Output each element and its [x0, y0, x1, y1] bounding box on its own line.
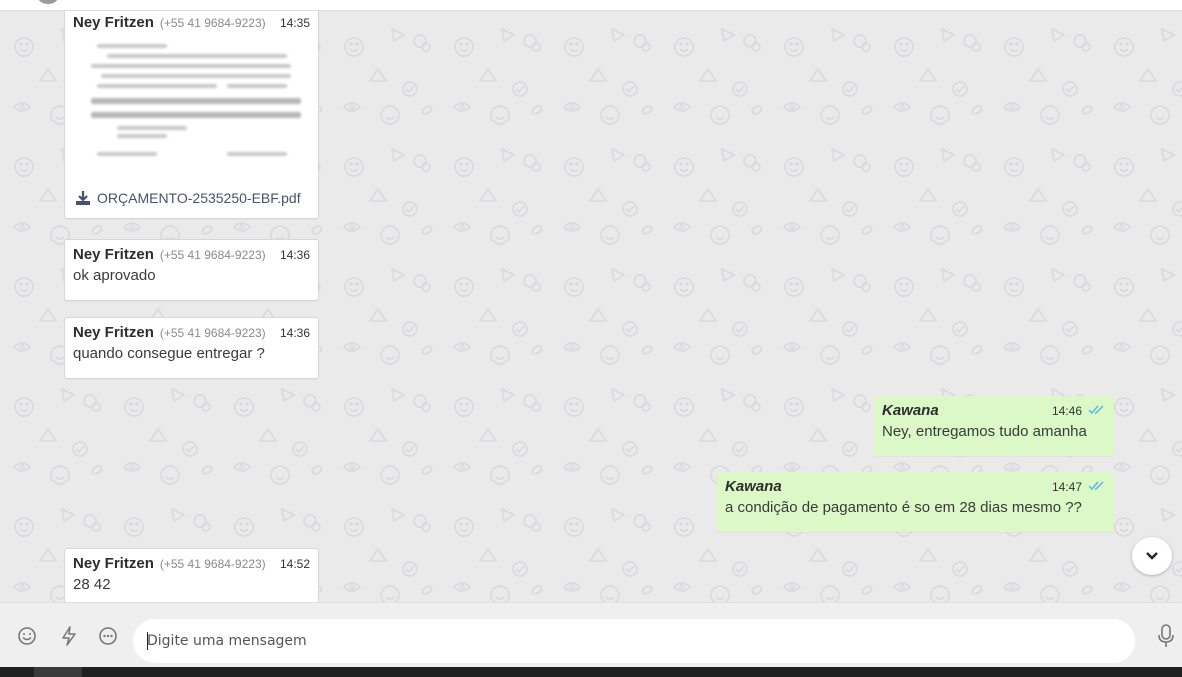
message-header: Ney Fritzen (+55 41 9684-9223) 14:52 — [73, 555, 310, 572]
os-taskbar-edge — [0, 667, 1182, 677]
message-bubble-outgoing[interactable]: Kawana 14:47 a condição de pagamento é s… — [717, 472, 1114, 532]
quick-reply-icon[interactable] — [58, 625, 80, 647]
message-time: 14:46 — [1051, 404, 1082, 418]
message-time: 14:36 — [279, 248, 310, 262]
read-receipt-icon — [1088, 405, 1104, 415]
message-input[interactable] — [147, 631, 1107, 651]
sender-name: Ney Fritzen — [73, 14, 154, 31]
message-text: ok aprovado — [73, 267, 156, 284]
chevron-down-icon — [1146, 552, 1158, 560]
message-time: 14:47 — [1051, 480, 1082, 494]
message-bubble-incoming[interactable]: Ney Fritzen (+55 41 9684-9223) 14:35 ORÇ… — [64, 11, 319, 219]
message-bubble-incoming[interactable]: Ney Fritzen (+55 41 9684-9223) 14:36 ok … — [64, 239, 319, 301]
message-input-wrapper[interactable] — [133, 619, 1135, 663]
sender-name: Ney Fritzen — [73, 246, 154, 263]
chat-messages-area[interactable]: Ney Fritzen (+55 41 9684-9223) 14:35 ORÇ… — [0, 11, 1182, 602]
attachment-filename[interactable]: ORÇAMENTO-2535250-EBF.pdf — [97, 190, 301, 206]
message-text: Ney, entregamos tudo amanha — [882, 423, 1087, 440]
sender-phone: (+55 41 9684-9223) — [159, 557, 266, 571]
sender-phone: (+55 41 9684-9223) — [159, 326, 266, 340]
message-time: 14:35 — [279, 16, 310, 30]
sender-phone: (+55 41 9684-9223) — [159, 16, 266, 30]
message-text: 28 42 — [73, 576, 111, 593]
sender-name: Kawana — [725, 478, 782, 495]
message-text: a condição de pagamento é so em 28 dias … — [725, 499, 1082, 516]
message-bubble-incoming[interactable]: Ney Fritzen (+55 41 9684-9223) 14:36 qua… — [64, 317, 319, 379]
message-bubble-incoming[interactable]: Ney Fritzen (+55 41 9684-9223) 14:52 28 … — [64, 548, 319, 602]
sender-name: Kawana — [882, 402, 939, 419]
microphone-icon[interactable] — [1155, 623, 1177, 649]
more-options-icon[interactable] — [97, 625, 119, 647]
message-header: Kawana 14:47 — [725, 478, 1106, 495]
download-icon[interactable] — [75, 190, 91, 206]
scroll-to-bottom-button[interactable] — [1132, 537, 1172, 575]
emoji-icon[interactable] — [16, 625, 38, 647]
sender-phone: (+55 41 9684-9223) — [159, 248, 266, 262]
pdf-attachment-link[interactable]: ORÇAMENTO-2535250-EBF.pdf — [75, 190, 301, 206]
message-header: Ney Fritzen (+55 41 9684-9223) 14:35 — [73, 14, 310, 31]
message-time: 14:36 — [279, 326, 310, 340]
message-composer — [0, 602, 1182, 667]
text-caret — [147, 632, 148, 650]
sender-name: Ney Fritzen — [73, 555, 154, 572]
sender-name: Ney Fritzen — [73, 324, 154, 341]
top-header-edge — [0, 0, 1182, 11]
contact-avatar[interactable] — [38, 0, 58, 4]
message-text: quando consegue entregar ? — [73, 345, 265, 362]
message-header: Ney Fritzen (+55 41 9684-9223) 14:36 — [73, 246, 310, 263]
message-header: Ney Fritzen (+55 41 9684-9223) 14:36 — [73, 324, 310, 341]
taskbar-item[interactable] — [34, 667, 82, 677]
message-time: 14:52 — [279, 557, 310, 571]
message-bubble-outgoing[interactable]: Kawana 14:46 Ney, entregamos tudo amanha — [874, 396, 1114, 456]
read-receipt-icon — [1088, 481, 1104, 491]
pdf-thumbnail[interactable] — [77, 38, 307, 183]
message-header: Kawana 14:46 — [882, 402, 1106, 419]
